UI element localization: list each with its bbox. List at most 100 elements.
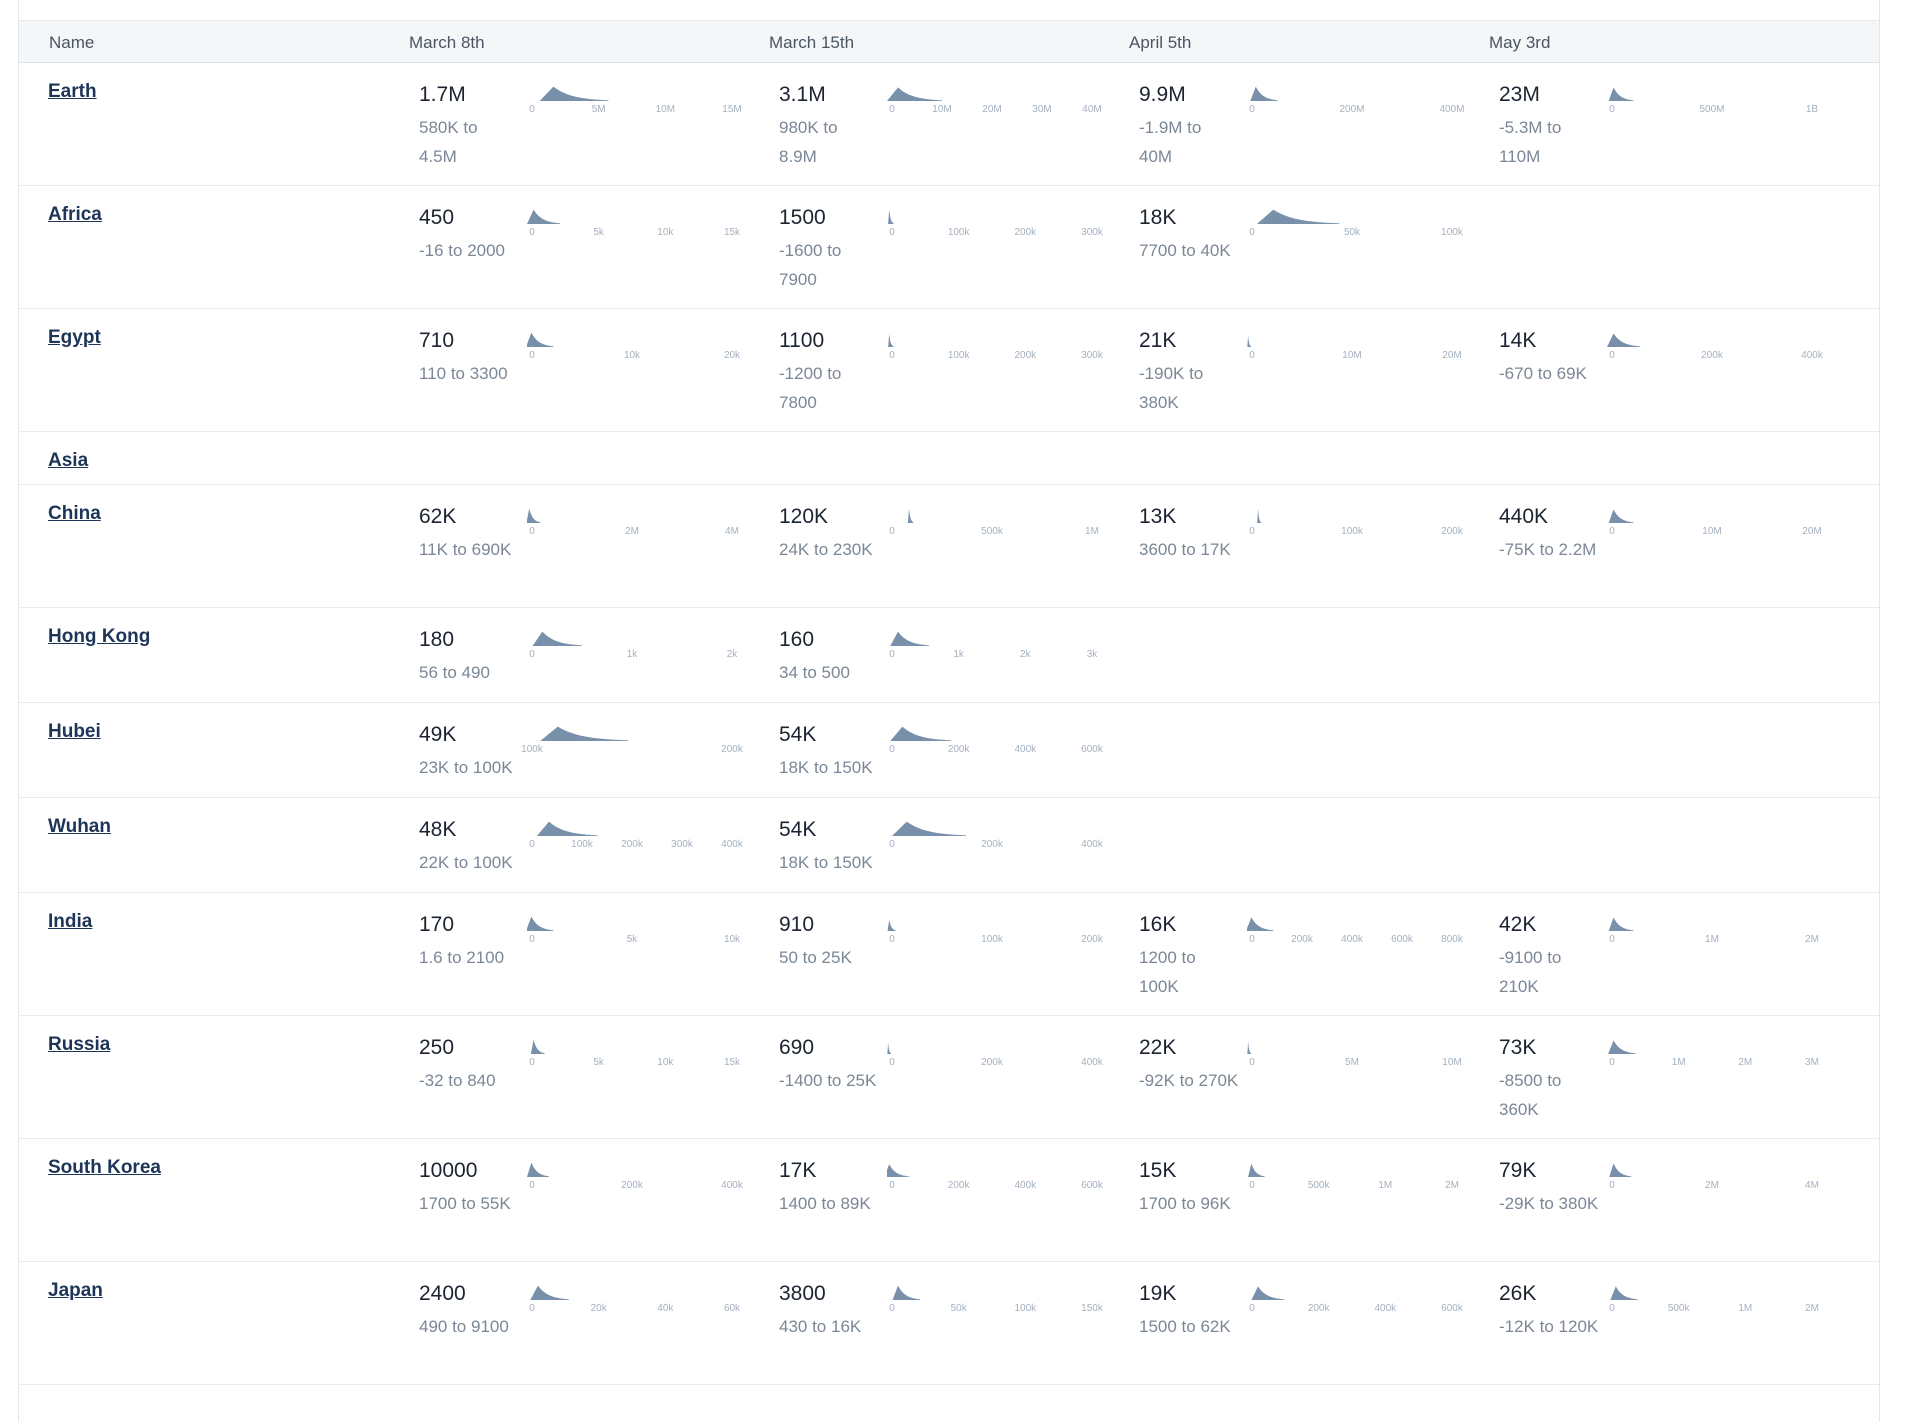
distribution-area	[527, 1162, 549, 1177]
axis-tick-label: 300k	[671, 839, 694, 850]
axis-tick-label: 400k	[1014, 744, 1037, 755]
estimate-cell: 15K 1700 to 96K 0 500k 1M 2M	[1139, 1159, 1491, 1259]
distribution-sparkline: 0 5M 10M 15M	[527, 86, 742, 115]
confidence-range: -92K to 270K	[1139, 1071, 1239, 1090]
confidence-range: -29K to 380K	[1499, 1194, 1599, 1213]
distribution-sparkline: 0 5k 10k 15k	[527, 1039, 741, 1068]
axis-tick-label: 100k	[981, 934, 1004, 945]
estimate-cell: 23M -5.3M to 110M 0 500M 1B	[1499, 83, 1851, 183]
axis-tick-label: 300k	[1081, 227, 1104, 238]
axis-tick-label: 60k	[724, 1303, 741, 1314]
estimate-value: 14K	[1499, 329, 1537, 352]
axis-tick-label: 3k	[1087, 649, 1099, 660]
axis-tick-label: 0	[889, 1180, 895, 1191]
region-link[interactable]: Earth	[48, 81, 97, 103]
distribution-area	[1247, 917, 1274, 931]
column-header-april-5[interactable]: April 5th	[1129, 33, 1191, 53]
axis-tick-label: 1k	[953, 649, 965, 660]
region-link[interactable]: Africa	[48, 204, 102, 226]
axis-tick-label: 1M	[1672, 1057, 1686, 1068]
region-link[interactable]: Wuhan	[48, 816, 111, 838]
axis-tick-label: 3M	[1805, 1057, 1819, 1068]
axis-tick-label: 1M	[1705, 934, 1719, 945]
confidence-range: -5.3M to 110M	[1499, 118, 1562, 166]
estimate-value: 42K	[1499, 913, 1537, 936]
estimate-value: 2400	[419, 1282, 466, 1305]
axis-tick-label: 0	[1249, 104, 1255, 115]
axis-tick-label: 10M	[1442, 1057, 1461, 1068]
axis-tick-label: 400k	[721, 839, 744, 850]
axis-tick-label: 200k	[1014, 350, 1037, 361]
distribution-area	[1607, 1040, 1636, 1054]
axis-tick-label: 200k	[621, 1180, 644, 1191]
axis-tick-label: 10k	[724, 934, 741, 945]
axis-tick-label: 600k	[1391, 934, 1414, 945]
column-header-name[interactable]: Name	[49, 33, 94, 53]
distribution-sparkline: 0 500k 1M	[887, 508, 1099, 537]
estimate-value: 73K	[1499, 1036, 1537, 1059]
confidence-range: 18K to 150K	[779, 758, 873, 777]
distribution-sparkline: 0 100k 200k 300k	[887, 334, 1104, 361]
region-link[interactable]: China	[48, 503, 101, 525]
region-link[interactable]: Hubei	[48, 721, 101, 743]
axis-tick-label: 0	[1249, 1057, 1255, 1068]
table-row: India 170 1.6 to 2100 0 5k 10k 910 50 to 25K 0 10…	[19, 893, 1879, 1016]
estimate-value: 26K	[1499, 1282, 1537, 1305]
confidence-range: 23K to 100K	[419, 758, 513, 777]
axis-tick-label: 0	[1249, 227, 1255, 238]
confidence-range: 34 to 500	[779, 663, 850, 682]
column-header-march-8[interactable]: March 8th	[409, 33, 485, 53]
column-header-march-15[interactable]: March 15th	[769, 33, 854, 53]
distribution-area	[527, 508, 541, 523]
confidence-range: 50 to 25K	[779, 948, 852, 967]
axis-tick-label: 200k	[948, 744, 971, 755]
distribution-area	[527, 1285, 569, 1300]
region-link[interactable]: South Korea	[48, 1157, 161, 1179]
estimate-cell: 910 50 to 25K 0 100k 200k	[779, 913, 1131, 1013]
estimate-cell: 17K 1400 to 89K 0 200k 400k 600k	[779, 1159, 1131, 1259]
region-link[interactable]: India	[48, 911, 92, 933]
estimate-value: 62K	[419, 505, 457, 528]
region-link[interactable]: Egypt	[48, 327, 101, 349]
axis-tick-label: 500k	[1308, 1180, 1331, 1191]
distribution-area	[1247, 1286, 1285, 1300]
distribution-sparkline: 0 1M 2M	[1607, 917, 1819, 945]
estimate-cell: 21K -190K to 380K 0 10M 20M	[1139, 329, 1491, 429]
axis-tick-label: 400k	[1014, 1180, 1037, 1191]
axis-tick-label: 30M	[1032, 104, 1051, 115]
axis-tick-label: 300k	[1081, 350, 1104, 361]
distribution-sparkline: 0 50k 100k	[1247, 209, 1464, 238]
table-header: Name March 8th March 15th April 5th May …	[19, 21, 1879, 63]
axis-tick-label: 2M	[1445, 1180, 1459, 1191]
region-link[interactable]: Asia	[48, 450, 88, 472]
distribution-area	[887, 726, 951, 741]
estimate-value: 15K	[1139, 1159, 1177, 1182]
table-row: Earth 1.7M 580K to 4.5M 0 5M 10M 15M 3.1M 980K t…	[19, 63, 1879, 186]
estimate-value: 79K	[1499, 1159, 1537, 1182]
axis-tick-label: 600k	[1081, 744, 1104, 755]
distribution-sparkline: 0 10k 20k	[527, 332, 741, 361]
region-link[interactable]: Hong Kong	[48, 626, 150, 648]
confidence-range: 22K to 100K	[419, 853, 513, 872]
axis-tick-label: 500k	[981, 526, 1004, 537]
confidence-range: 1700 to 55K	[419, 1194, 511, 1213]
estimate-value: 160	[779, 628, 815, 651]
estimate-value: 54K	[779, 723, 817, 746]
estimate-cell: 2400 490 to 9100 0 20k 40k 60k	[419, 1282, 771, 1382]
confidence-range: -1200 to 7800	[779, 364, 842, 412]
confidence-range: -1400 to 25K	[779, 1071, 877, 1090]
estimate-value: 16K	[1139, 913, 1177, 936]
confidence-range: 56 to 490	[419, 663, 490, 682]
column-header-may-3[interactable]: May 3rd	[1489, 33, 1550, 53]
distribution-sparkline: 0 1M 2M 3M	[1607, 1040, 1819, 1068]
region-link[interactable]: Japan	[48, 1280, 103, 1302]
confidence-range: 580K to 4.5M	[419, 118, 478, 166]
distribution-sparkline: 0 2M 4M	[527, 508, 739, 537]
table-row: Hubei 49K 23K to 100K 100k 200k 54K 18K to 150…	[19, 703, 1879, 798]
estimate-cell: 250 -32 to 840 0 5k 10k 15k	[419, 1036, 771, 1136]
axis-tick-label: 100k	[1014, 1303, 1037, 1314]
region-link[interactable]: Russia	[48, 1034, 110, 1056]
axis-tick-label: 20M	[1442, 350, 1461, 361]
distribution-sparkline: 0 200k 400k	[887, 1042, 1104, 1068]
top-strip	[19, 0, 1879, 21]
